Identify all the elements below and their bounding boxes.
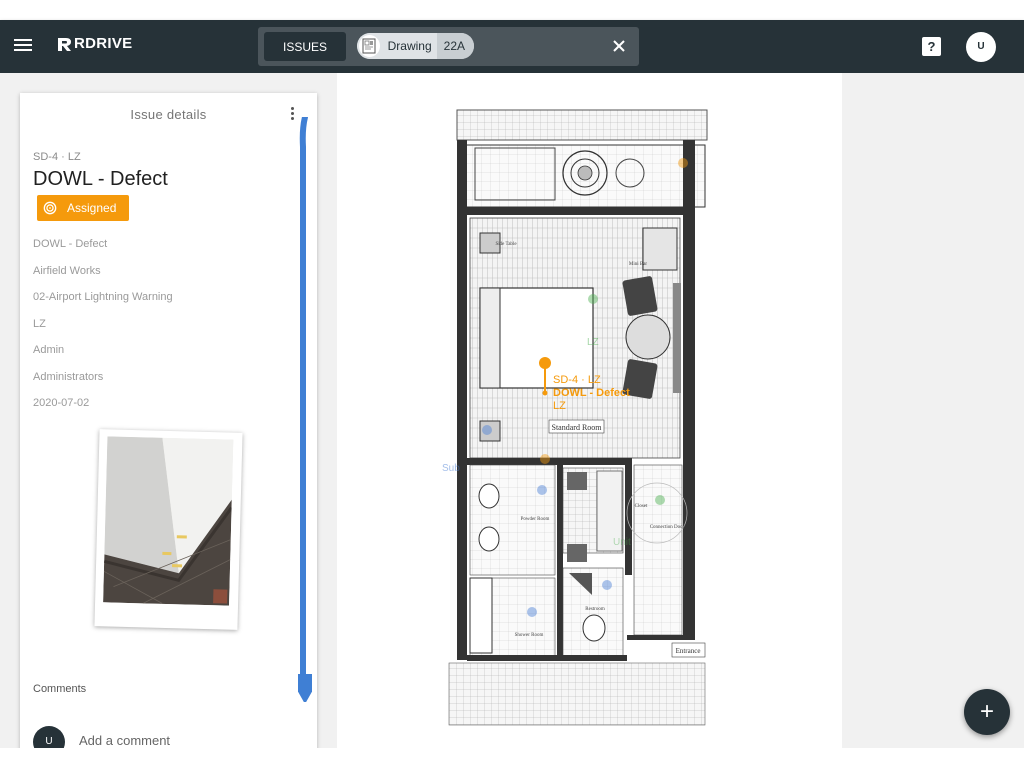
pin-title-label: DOWL - Defect	[553, 387, 630, 399]
issue-photo-image	[103, 436, 234, 606]
help-icon[interactable]: ?	[922, 37, 941, 56]
menu-line	[14, 39, 32, 41]
issue-photo[interactable]	[94, 429, 243, 630]
issue-marker[interactable]	[482, 425, 492, 435]
issue-marker[interactable]	[655, 495, 665, 505]
plus-icon: +	[979, 698, 994, 725]
user-avatar[interactable]: U	[966, 32, 996, 62]
issue-marker[interactable]	[537, 485, 547, 495]
room-label-shower: Shower Room	[515, 633, 544, 638]
chip-label: Drawing	[387, 39, 432, 53]
issues-button[interactable]: ISSUES	[264, 32, 346, 61]
menu-line	[14, 44, 32, 46]
chip-count: 22A	[436, 33, 474, 59]
room-label-minibar: Mini Bar	[629, 262, 648, 267]
field-type: DOWL - Defect	[33, 238, 108, 250]
faded-marker-label: LZ	[587, 337, 599, 348]
scroll-indicator-arrow[interactable]	[298, 117, 312, 702]
faded-marker-label: Sub	[442, 463, 460, 474]
status-badge[interactable]: Assigned	[37, 195, 129, 221]
field-date: 2020-07-02	[33, 397, 90, 409]
issue-code: SD-4 · LZ	[33, 151, 81, 163]
hamburger-menu-button[interactable]	[12, 36, 34, 56]
drawing-thumbnail-icon	[357, 33, 382, 59]
floor-plan-drawing[interactable]: Standard Room Entrance Powder Room Showe…	[337, 73, 842, 748]
room-label-connection: Connection Door	[650, 525, 685, 530]
add-comment-input[interactable]: Add a comment	[79, 733, 170, 748]
active-issue-pin-icon[interactable]	[539, 357, 551, 369]
issue-marker[interactable]	[527, 607, 537, 617]
field-zone: LZ	[33, 318, 46, 330]
issue-marker[interactable]	[540, 454, 550, 464]
brand-logo[interactable]: RDRIVE	[56, 35, 132, 52]
drawing-canvas[interactable]: Standard Room Entrance Powder Room Showe…	[337, 73, 842, 748]
field-category: Airfield Works	[33, 265, 101, 277]
issue-title: DOWL - Defect	[33, 168, 168, 190]
brand-name: RDRIVE	[74, 35, 133, 52]
room-label-sidetable: Side Table	[495, 242, 517, 247]
room-label-powder: Powder Room	[521, 517, 550, 522]
bottom-strip	[0, 748, 1024, 768]
room-label-standard: Standard Room	[552, 423, 603, 432]
add-issue-button[interactable]: +	[964, 689, 1010, 735]
room-label-entrance: Entrance	[676, 647, 701, 655]
issue-marker[interactable]	[602, 580, 612, 590]
comments-label: Comments	[33, 683, 87, 695]
issue-marker[interactable]	[678, 158, 688, 168]
more-options-icon[interactable]	[288, 107, 296, 123]
clear-filter-close-icon[interactable]	[611, 38, 627, 54]
panel-title: Issue details	[130, 107, 207, 122]
top-strip	[0, 0, 1024, 20]
field-assignee: Admin	[33, 344, 65, 356]
pin-code-label: SD-4 · LZ	[553, 374, 601, 386]
drawing-filter-chip[interactable]: Drawing 22A	[357, 33, 474, 59]
field-group: Administrators	[33, 371, 104, 383]
issue-details-panel: Issue details SD-4 · LZ DOWL - Defect As…	[20, 93, 317, 758]
room-label-restroom: Restroom	[585, 607, 605, 612]
filter-bar: ISSUES Drawing 22A	[258, 27, 639, 66]
pin-anchor	[542, 390, 548, 396]
room-label-closet: Closet	[635, 504, 648, 509]
pin-zone-label: LZ	[553, 400, 566, 412]
brand-logo-icon	[58, 37, 71, 51]
field-subcategory: 02-Airport Lightning Warning	[33, 291, 173, 303]
status-target-icon	[43, 201, 57, 215]
menu-line	[14, 49, 32, 51]
status-label: Assigned	[67, 201, 117, 215]
app-bar: RDRIVE ISSUES Drawing 22A ? U	[0, 20, 1024, 73]
faded-marker-label: Unit	[613, 537, 631, 548]
issue-marker[interactable]	[588, 294, 598, 304]
